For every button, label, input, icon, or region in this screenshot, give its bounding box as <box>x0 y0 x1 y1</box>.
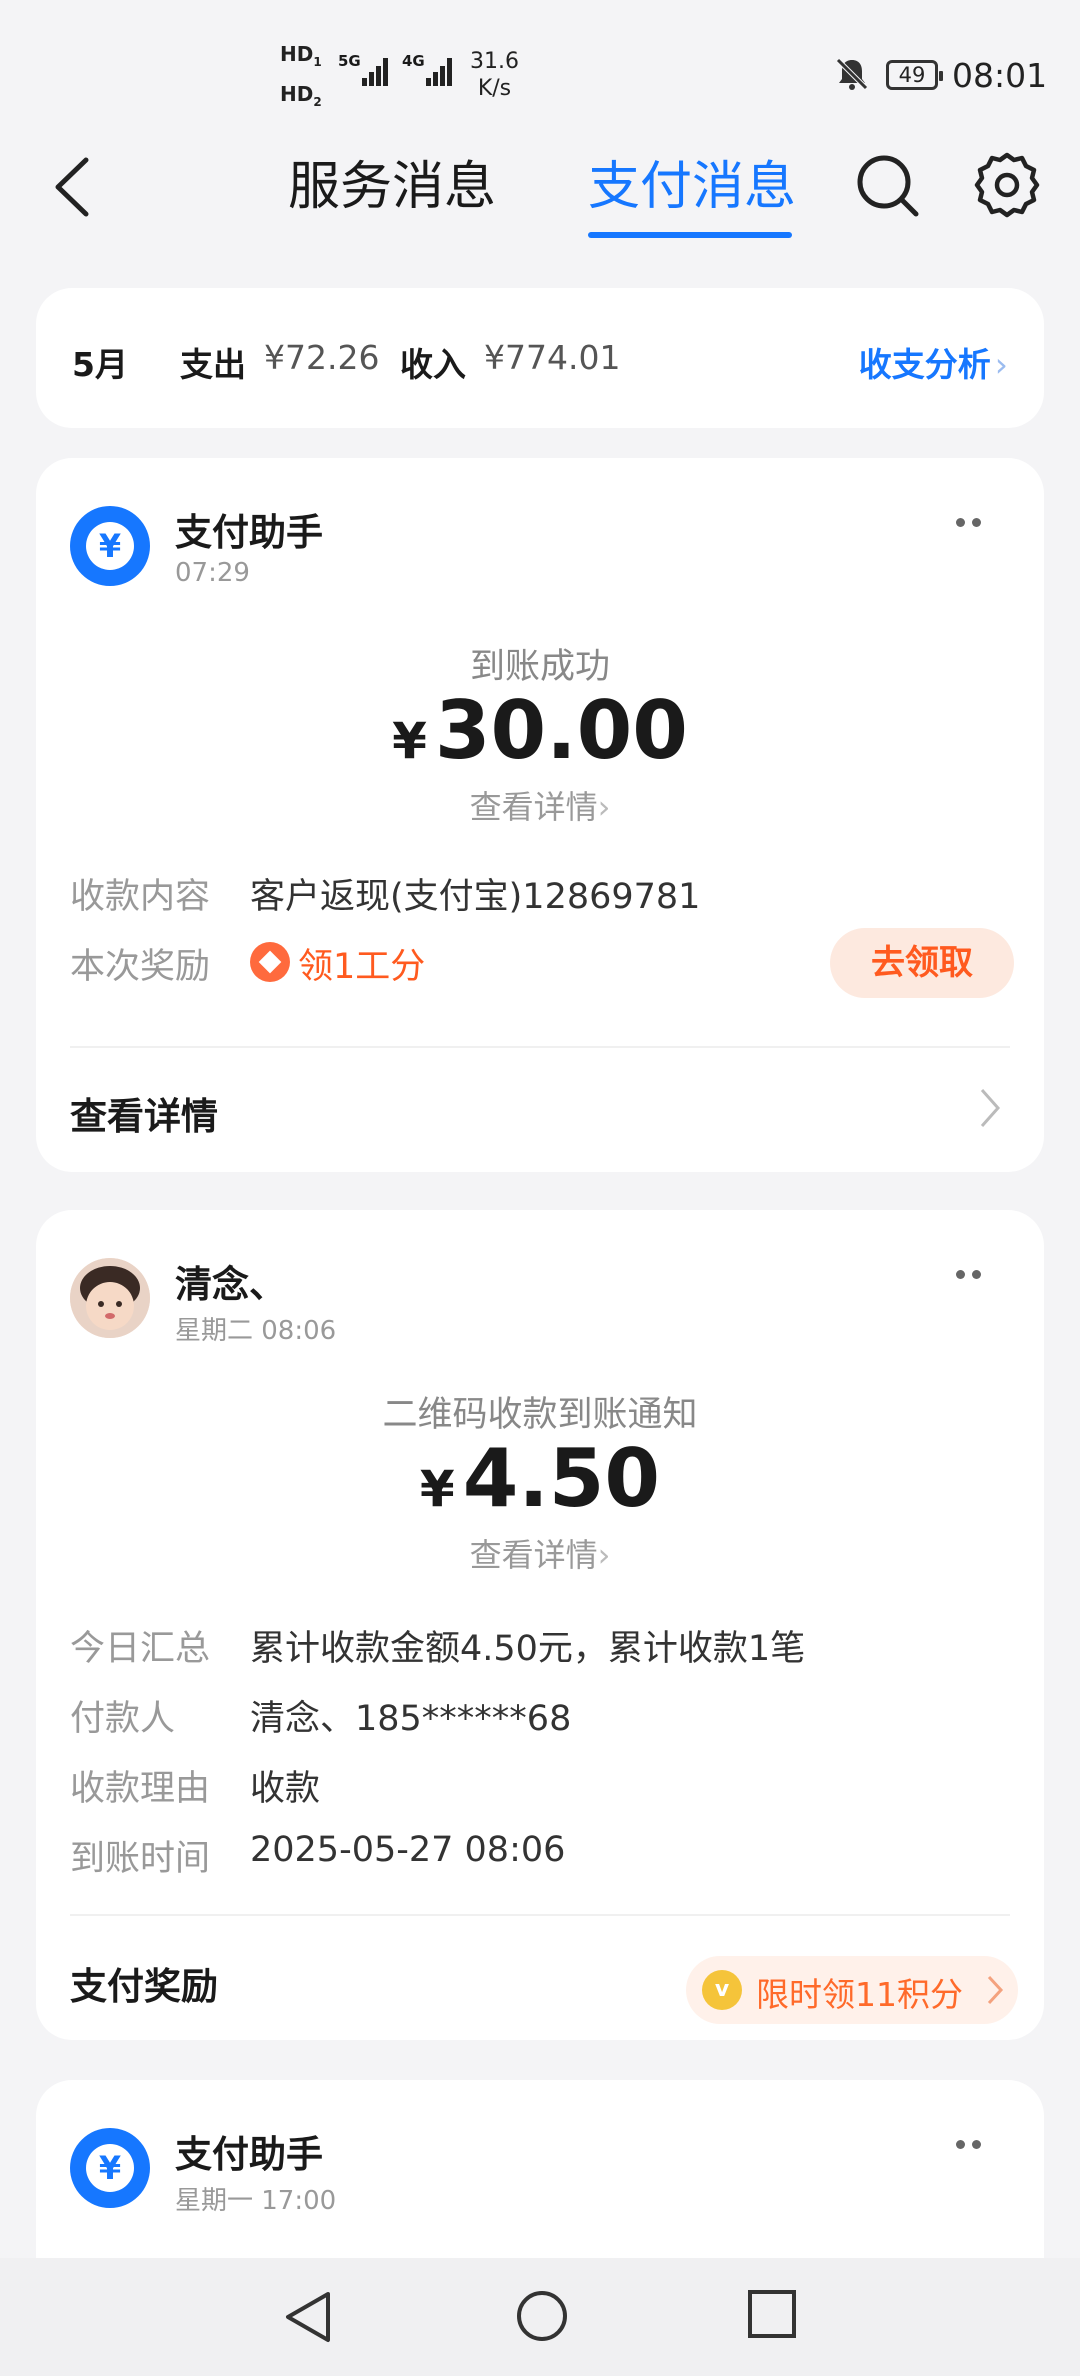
active-tab-indicator <box>588 232 792 238</box>
sender-time: 星期一 17:00 <box>175 2186 337 2216</box>
bell-muted-icon <box>834 56 870 96</box>
hd-indicator: HD1 HD2 <box>280 44 322 124</box>
row-label: 到账时间 <box>70 1839 211 1879</box>
analysis-link-label: 收支分析 <box>858 345 991 384</box>
card-title: 二维码收款到账通知 <box>382 1395 698 1435</box>
sender-time: 星期二 08:06 <box>175 1316 337 1346</box>
card-title: 到账成功 <box>469 647 610 687</box>
amount-value: 4.50 <box>462 1432 661 1525</box>
chevron-right-icon[interactable] <box>978 1086 1002 1134</box>
view-detail-link[interactable]: 查看详情› <box>36 782 1044 828</box>
payment-card-qr-arrival: 清念、 星期二 08:06 二维码收款到账通知 ¥4.50 查看详情› 今日汇总… <box>36 1210 1044 2040</box>
tab-service-messages[interactable]: 服务消息 <box>288 144 496 219</box>
back-icon[interactable] <box>50 152 94 226</box>
payment-card-arrival: ¥ 支付助手 07:29 到账成功 ¥30.00 查看详情› 收款内容 客户返现… <box>36 458 1044 1172</box>
more-icon[interactable] <box>956 518 986 528</box>
nav-recents-icon[interactable] <box>746 2288 798 2344</box>
reward-icon <box>250 942 290 982</box>
pay-assistant-avatar: ¥ <box>70 506 150 586</box>
amount-value: 30.00 <box>434 684 688 777</box>
divider <box>70 1046 1010 1048</box>
row-value: 客户返现(支付宝)12869781 <box>250 877 701 917</box>
sender-name: 支付助手 <box>175 511 323 554</box>
income-label: 收入 <box>400 345 466 384</box>
yen-icon: ¥ <box>86 522 134 570</box>
sender-time: 07:29 <box>175 558 250 588</box>
row-value: 清念、185******68 <box>250 1699 572 1739</box>
yen-icon: ¥ <box>86 2144 134 2192</box>
more-icon[interactable] <box>956 2140 986 2150</box>
row-label: 付款人 <box>70 1699 176 1739</box>
network-speed: 31.6 K/s <box>470 48 519 102</box>
pay-assistant-avatar: ¥ <box>70 2128 150 2208</box>
hd1-sub: 1 <box>313 55 322 69</box>
view-detail-label: 查看详情 <box>469 788 598 826</box>
clock: 08:01 <box>952 56 1048 95</box>
chevron-right-icon: › <box>597 1536 611 1574</box>
row-value: 2025-05-27 08:06 <box>250 1830 566 1870</box>
currency-symbol: ¥ <box>392 712 427 770</box>
view-detail-label: 查看详情 <box>469 1536 598 1574</box>
summary-month: 5月 <box>72 345 128 384</box>
nav-home-icon[interactable] <box>514 2288 570 2348</box>
amount: ¥30.00 <box>36 684 1044 777</box>
expense-label: 支出 <box>180 345 246 384</box>
expense-value: ¥72.26 <box>264 338 380 377</box>
divider <box>70 1914 1010 1916</box>
sender-name: 支付助手 <box>175 2133 323 2176</box>
row-label: 收款理由 <box>70 1769 211 1809</box>
view-detail-link[interactable]: 查看详情› <box>36 1530 1044 1576</box>
hd2-label: HD <box>280 82 314 106</box>
monthly-summary: 5月 支出 ¥72.26 收入 ¥774.01 收支分析 › <box>36 288 1044 428</box>
claim-button[interactable]: 去领取 <box>830 928 1014 998</box>
bonus-points-pill[interactable]: v 限时领11积分 <box>686 1956 1018 2024</box>
card-footer-link[interactable]: 查看详情 <box>70 1086 218 1140</box>
user-avatar <box>70 1258 150 1338</box>
row-label: 收款内容 <box>70 877 211 917</box>
income-value: ¥774.01 <box>484 338 621 377</box>
speed-unit: K/s <box>477 76 512 101</box>
status-bar: HD1 HD2 5G 4G 31.6 K/s 49 08:01 <box>0 0 1080 130</box>
header: 服务消息 支付消息 <box>0 130 1080 260</box>
amount: ¥4.50 <box>36 1432 1044 1525</box>
row-label: 本次奖励 <box>70 947 211 987</box>
chevron-right-icon: › <box>994 345 1008 384</box>
gear-icon[interactable] <box>972 150 1042 224</box>
analysis-link[interactable]: 收支分析 › <box>859 338 1008 386</box>
row-value: 收款 <box>250 1769 321 1809</box>
tab-payment-messages[interactable]: 支付消息 <box>588 144 796 219</box>
system-nav-bar <box>0 2258 1080 2376</box>
speed-value: 31.6 <box>470 49 519 74</box>
hd1-label: HD <box>280 42 314 66</box>
bonus-text: 限时领11积分 <box>756 1975 963 2014</box>
hd2-sub: 2 <box>313 95 322 109</box>
chevron-right-icon <box>986 1974 1004 2010</box>
row-label: 今日汇总 <box>70 1629 211 1669</box>
battery-indicator: 49 <box>886 60 943 90</box>
payment-reward-label: 支付奖励 <box>70 1965 218 2008</box>
currency-symbol: ¥ <box>419 1460 455 1518</box>
search-icon[interactable] <box>852 150 922 224</box>
coin-icon: v <box>702 1970 742 2010</box>
nav-back-icon[interactable] <box>282 2288 336 2350</box>
row-value: 累计收款金额4.50元，累计收款1笔 <box>250 1629 806 1669</box>
sender-name: 清念、 <box>175 1263 286 1306</box>
chevron-right-icon: › <box>597 788 611 826</box>
more-icon[interactable] <box>956 1270 986 1280</box>
reward-value: 领1工分 <box>298 947 426 987</box>
